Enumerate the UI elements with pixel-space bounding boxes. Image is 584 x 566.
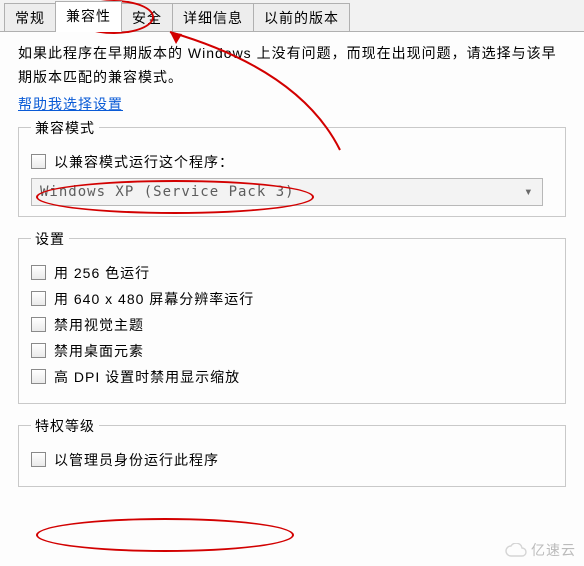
compat-mode-legend: 兼容模式: [31, 118, 99, 138]
chevron-down-icon: ▾: [524, 184, 533, 200]
opt-640x480-checkbox[interactable]: [31, 291, 46, 306]
watermark: 亿速云: [505, 540, 576, 560]
tab-previous-versions[interactable]: 以前的版本: [253, 3, 350, 31]
opt-disable-desktop-label: 禁用桌面元素: [54, 341, 144, 361]
annotation-ellipse-admin: [36, 518, 294, 552]
opt-high-dpi-checkbox[interactable]: [31, 369, 46, 384]
privilege-legend: 特权等级: [31, 416, 99, 436]
opt-640x480-label: 用 640 x 480 屏幕分辨率运行: [54, 289, 254, 309]
opt-256color-checkbox[interactable]: [31, 265, 46, 280]
opt-256color-label: 用 256 色运行: [54, 263, 150, 283]
run-as-admin-checkbox[interactable]: [31, 452, 46, 467]
opt-disable-theme-checkbox[interactable]: [31, 317, 46, 332]
watermark-text: 亿速云: [531, 540, 576, 560]
compat-os-dropdown[interactable]: Windows XP (Service Pack 3) ▾: [31, 178, 543, 206]
opt-disable-desktop-checkbox[interactable]: [31, 343, 46, 358]
help-link[interactable]: 帮助我选择设置: [18, 94, 123, 114]
cloud-icon: [505, 543, 527, 557]
tab-bar: 常规 兼容性 安全 详细信息 以前的版本: [0, 0, 584, 32]
privilege-group: 特权等级 以管理员身份运行此程序: [18, 416, 566, 487]
tab-details[interactable]: 详细信息: [172, 3, 254, 31]
settings-group: 设置 用 256 色运行 用 640 x 480 屏幕分辨率运行 禁用视觉主题 …: [18, 229, 566, 404]
tab-security[interactable]: 安全: [121, 3, 173, 31]
tab-general[interactable]: 常规: [4, 3, 56, 31]
opt-high-dpi-label: 高 DPI 设置时禁用显示缩放: [54, 367, 240, 387]
run-compat-label: 以兼容模式运行这个程序：: [54, 152, 234, 172]
run-as-admin-label: 以管理员身份运行此程序: [54, 450, 219, 470]
intro-text: 如果此程序在早期版本的 Windows 上没有问题，而现在出现问题，请选择与该早…: [18, 42, 566, 90]
compat-os-value: Windows XP (Service Pack 3): [40, 184, 295, 200]
compat-mode-group: 兼容模式 以兼容模式运行这个程序： Windows XP (Service Pa…: [18, 118, 566, 217]
settings-legend: 设置: [31, 229, 69, 249]
tab-compatibility[interactable]: 兼容性: [55, 1, 122, 32]
opt-disable-theme-label: 禁用视觉主题: [54, 315, 144, 335]
run-compat-checkbox[interactable]: [31, 154, 46, 169]
